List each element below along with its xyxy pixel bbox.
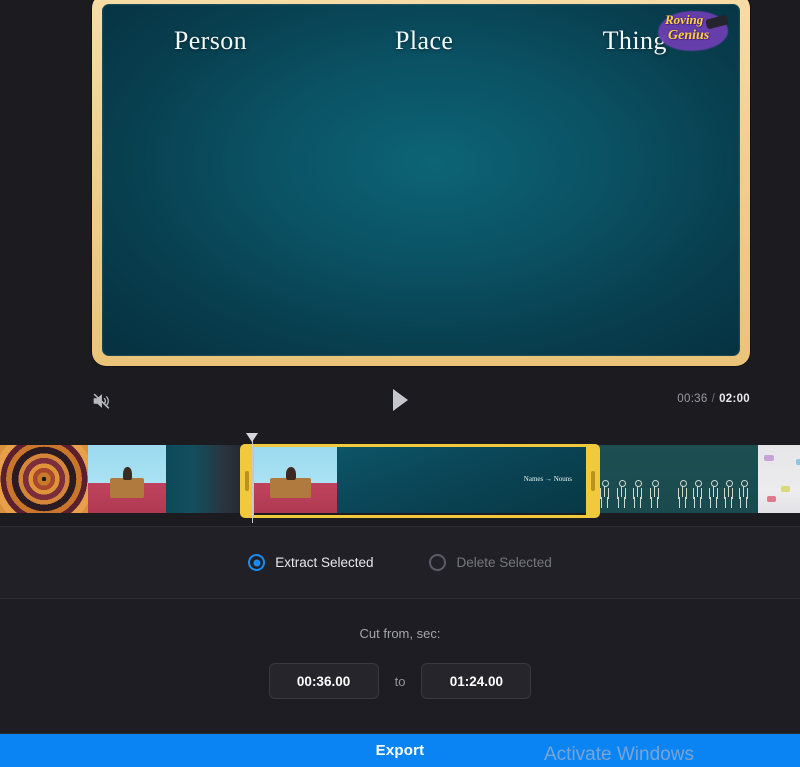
selection-mode-options: Extract Selected Delete Selected xyxy=(0,527,800,598)
timeline-frame-white-slide[interactable] xyxy=(758,445,800,513)
radio-extract-selected[interactable]: Extract Selected xyxy=(248,554,373,571)
radio-delete-selected[interactable]: Delete Selected xyxy=(429,554,552,571)
timeline-frame-noun-table[interactable]: Names → Nouns xyxy=(337,445,590,513)
logo-line-2: Genius xyxy=(668,28,710,43)
cut-range-section: Cut from, sec: to xyxy=(0,599,800,733)
timeline-frame-stick-figures-2[interactable] xyxy=(673,445,758,513)
roving-genius-logo: Roving Genius xyxy=(656,8,732,54)
video-column-headings: Person Place Thing xyxy=(102,26,740,56)
cut-to-label: to xyxy=(394,673,406,689)
time-separator: / xyxy=(711,393,716,405)
timeline-frame-target-rings[interactable] xyxy=(0,445,88,513)
total-time: 02:00 xyxy=(719,393,750,405)
clip-overlay-text: Names → Nouns xyxy=(523,475,572,483)
video-heading-place: Place xyxy=(395,26,454,55)
radio-extract-label: Extract Selected xyxy=(275,555,374,570)
cut-range-title: Cut from, sec: xyxy=(359,626,441,641)
radio-button-icon[interactable] xyxy=(248,554,266,571)
timeline-filmstrip[interactable]: Names → Nouns xyxy=(0,445,800,513)
video-frame-border: Person Place Thing Roving Genius xyxy=(92,0,750,366)
play-icon xyxy=(389,387,411,418)
cut-from-input[interactable] xyxy=(268,663,379,699)
timeline[interactable]: Names → Nouns xyxy=(0,433,800,525)
radio-button-icon[interactable] xyxy=(429,554,447,571)
timeline-frame-fade[interactable] xyxy=(166,445,244,513)
timeline-frame-classroom-2[interactable] xyxy=(244,445,337,513)
export-button[interactable]: Export xyxy=(0,734,800,767)
timeline-frame-classroom[interactable] xyxy=(88,445,166,513)
time-display: 00:36/02:00 xyxy=(677,393,750,405)
speaker-muted-icon xyxy=(90,390,112,417)
video-heading-person: Person xyxy=(173,26,248,55)
play-button[interactable] xyxy=(385,386,415,418)
logo-line-1: Roving xyxy=(665,12,704,27)
player-controls-bar: 00:36/02:00 xyxy=(0,374,800,432)
cut-range-inputs: to xyxy=(0,663,800,699)
timeline-frame-stick-figures[interactable] xyxy=(590,445,673,513)
cut-to-input[interactable] xyxy=(421,663,532,699)
video-preview-area: Person Place Thing Roving Genius xyxy=(0,0,800,372)
current-time: 00:36 xyxy=(677,393,708,405)
video-canvas[interactable]: Person Place Thing Roving Genius xyxy=(102,4,740,356)
radio-delete-label: Delete Selected xyxy=(456,555,552,570)
mute-button[interactable] xyxy=(86,388,116,418)
